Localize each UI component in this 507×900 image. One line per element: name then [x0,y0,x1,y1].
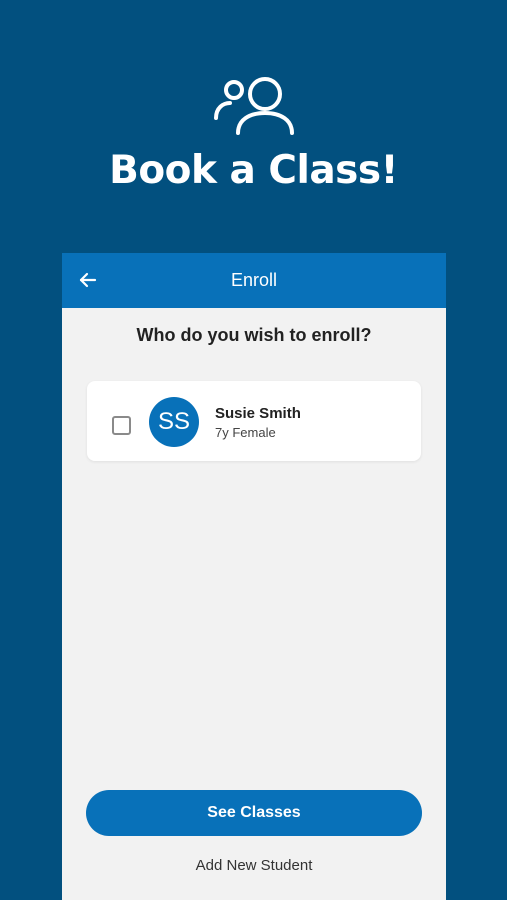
hero-people-icon [213,74,295,136]
student-name: Susie Smith [215,405,301,422]
avatar: SS [149,397,199,447]
page-title: Enroll [230,270,278,290]
add-new-student-link[interactable]: Add New Student [62,857,446,874]
student-info: 7y Female [215,425,276,440]
student-checkbox[interactable] [112,416,131,435]
app-bar: Enroll [62,253,446,308]
hero-title: Book a Class! [109,148,398,193]
enroll-screen: Enroll Who do you wish to enroll? SS Sus… [62,253,446,900]
see-classes-button[interactable]: See Classes [86,790,422,836]
people-icon [214,77,294,135]
enroll-question: Who do you wish to enroll? [136,325,372,345]
student-card[interactable]: SS Susie Smith 7y Female [87,381,421,461]
